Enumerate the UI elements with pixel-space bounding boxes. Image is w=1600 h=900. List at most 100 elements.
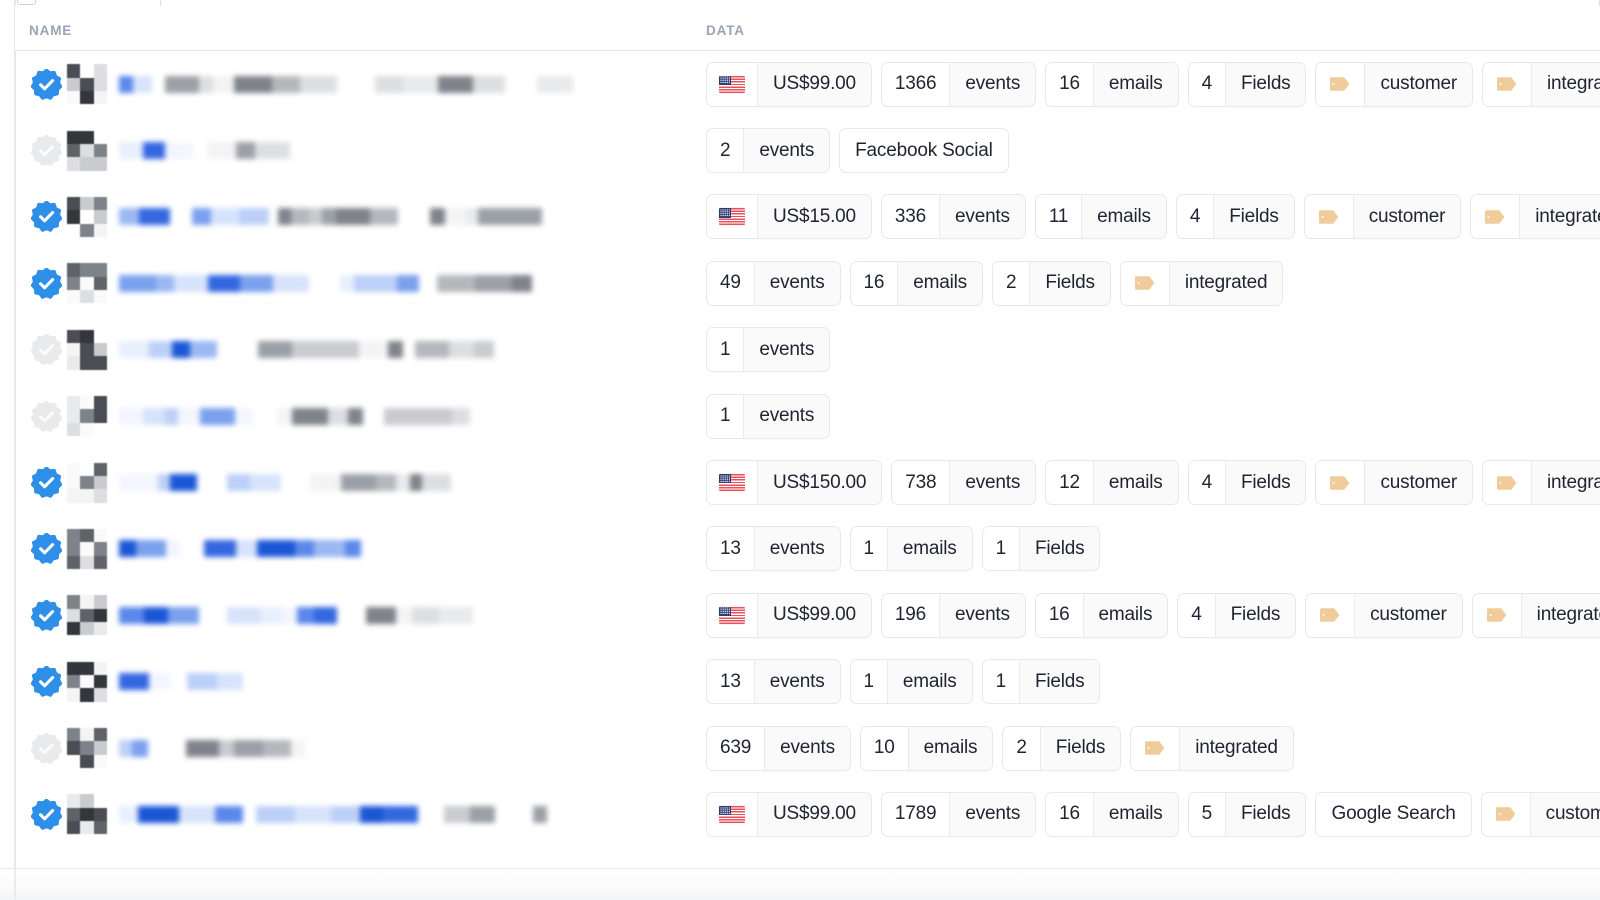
chip-metric-events[interactable]: 1366 events	[880, 61, 1037, 107]
chip-metric-emails[interactable]: 16 emails	[1045, 61, 1179, 107]
chip-price[interactable]: US$99.00	[706, 592, 872, 638]
chip-metric-label: emails	[908, 726, 993, 770]
chip-price[interactable]: US$99.00	[706, 791, 872, 837]
select-all-checkbox[interactable]	[17, 0, 36, 5]
table-row[interactable]: 639 events 10 emails 2 Fields integrated	[15, 715, 1600, 781]
chip-metric-emails[interactable]: 12 emails	[1045, 460, 1179, 506]
table-row[interactable]: US$150.00 738 events 12 emails 4 Fields custome…	[15, 449, 1600, 515]
chip-metric-label: events	[940, 593, 1025, 637]
row-name-cell[interactable]	[15, 449, 706, 515]
chip-price[interactable]: US$15.00	[706, 194, 872, 240]
chip-tag[interactable]: customer	[1305, 592, 1463, 638]
unverified-check-icon[interactable]	[31, 334, 62, 366]
unverified-check-icon[interactable]	[31, 135, 62, 166]
chip-tag[interactable]: integrated	[1130, 725, 1294, 771]
chip-price[interactable]: US$99.00	[706, 61, 872, 107]
chip-metric-emails[interactable]: 11 emails	[1034, 194, 1167, 240]
row-name-cell[interactable]	[15, 383, 706, 449]
verified-check-icon[interactable]	[31, 68, 62, 100]
verified-check-icon[interactable]	[31, 267, 62, 299]
chip-tag[interactable]: customer	[1480, 791, 1600, 837]
unverified-check-icon[interactable]	[31, 732, 62, 764]
chip-metric-emails[interactable]: 1 emails	[849, 526, 973, 572]
row-name-cell[interactable]	[15, 649, 706, 715]
chip-metric-events[interactable]: 336 events	[880, 194, 1026, 240]
row-name-cell[interactable]	[15, 184, 706, 250]
verified-check-icon[interactable]	[31, 533, 62, 565]
chip-metric-fields[interactable]: 4 Fields	[1177, 592, 1297, 638]
chip-metric-events[interactable]: 738 events	[891, 460, 1037, 506]
chip-tag[interactable]: customer	[1303, 194, 1462, 240]
unverified-check-icon[interactable]	[31, 400, 62, 432]
column-header-data[interactable]: DATA	[706, 23, 745, 38]
chip-metric-fields[interactable]: 2 Fields	[1002, 725, 1122, 771]
chip-metric-emails[interactable]: 10 emails	[859, 725, 994, 771]
table-row[interactable]: 2 events Facebook Social	[15, 117, 1600, 183]
chip-metric-events[interactable]: 2 events	[706, 128, 831, 174]
table-row[interactable]: US$15.00 336 events 11 emails 4 Fields customer…	[15, 184, 1600, 250]
chip-metric-fields[interactable]: 2 Fields	[991, 260, 1111, 306]
table-row[interactable]: US$99.00 1789 events 16 emails 5 Fields Google …	[15, 781, 1600, 847]
chip-tag[interactable]: integrated	[1471, 592, 1600, 638]
chip-source[interactable]: Google Search	[1315, 791, 1472, 837]
row-name-cell[interactable]	[15, 117, 706, 183]
chip-metric-count: 10	[860, 726, 909, 770]
chip-metric-events[interactable]: 1 events	[706, 393, 831, 439]
chip-metric-label: Fields	[1226, 461, 1306, 505]
chip-tag[interactable]: customer	[1315, 460, 1474, 506]
table-row[interactable]: 13 events 1 emails 1 Fields	[15, 649, 1600, 715]
table-row[interactable]: 13 events 1 emails 1 Fields	[15, 516, 1600, 582]
row-name-cell[interactable]	[15, 582, 706, 648]
verified-check-icon[interactable]	[31, 201, 62, 233]
chip-metric-emails[interactable]: 1 emails	[849, 659, 973, 705]
chip-tag[interactable]: customer	[1315, 61, 1474, 107]
chip-metric-emails[interactable]: 16 emails	[1045, 791, 1179, 837]
row-data-cell: 639 events 10 emails 2 Fields integrated	[706, 715, 1600, 781]
row-data-cell: 49 events 16 emails 2 Fields integrated	[706, 250, 1600, 316]
chip-metric-events[interactable]: 1789 events	[880, 791, 1037, 837]
row-name-cell[interactable]	[15, 250, 706, 316]
chip-tag[interactable]: integrated	[1482, 61, 1600, 107]
chip-metric-label: emails	[1093, 792, 1178, 836]
chip-metric-emails[interactable]: 16 emails	[1034, 592, 1169, 638]
chip-metric-emails[interactable]: 16 emails	[849, 260, 983, 306]
column-header-name[interactable]: NAME	[29, 23, 72, 38]
table-row[interactable]: 49 events 16 emails 2 Fields integrated	[15, 250, 1600, 316]
verified-check-icon[interactable]	[31, 467, 62, 498]
row-name-cell[interactable]	[15, 516, 706, 582]
chip-metric-fields[interactable]: 1 Fields	[981, 659, 1101, 705]
tag-icon	[1483, 62, 1533, 106]
table-row[interactable]: US$99.00 1366 events 16 emails 4 Fields custome…	[15, 51, 1600, 117]
chip-tag[interactable]: integrated	[1119, 260, 1284, 306]
chip-metric-events[interactable]: 49 events	[706, 260, 841, 306]
verified-check-icon[interactable]	[31, 599, 62, 631]
verified-check-icon[interactable]	[31, 666, 62, 698]
chip-metric-events[interactable]: 639 events	[706, 725, 851, 771]
search-input[interactable]	[160, 0, 1600, 6]
table-row[interactable]: 1 events	[15, 383, 1600, 449]
verified-check-icon[interactable]	[31, 798, 62, 830]
chip-metric-fields[interactable]: 4 Fields	[1175, 194, 1295, 240]
chip-metric-count: 2	[707, 129, 745, 173]
chip-tag[interactable]: integrated	[1482, 460, 1600, 506]
chip-metric-events[interactable]: 1 events	[706, 327, 831, 373]
chip-metric-fields[interactable]: 1 Fields	[981, 526, 1101, 572]
chip-tag[interactable]: integrated	[1470, 194, 1600, 240]
chip-price-value: US$99.00	[758, 593, 871, 637]
chip-source[interactable]: Facebook Social	[839, 128, 1009, 174]
table-row[interactable]: US$99.00 196 events 16 emails 4 Fields customer…	[15, 582, 1600, 648]
chip-metric-events[interactable]: 13 events	[706, 526, 841, 572]
chip-metric-fields[interactable]: 4 Fields	[1187, 61, 1307, 107]
row-name-cell[interactable]	[15, 51, 706, 117]
table-row[interactable]: 1 events	[15, 317, 1600, 383]
row-name-cell[interactable]	[15, 715, 706, 781]
chip-metric-events[interactable]: 13 events	[706, 659, 841, 705]
row-name-cell[interactable]	[15, 781, 706, 847]
chip-metric-events[interactable]: 196 events	[880, 592, 1026, 638]
redacted-name-text	[119, 595, 706, 635]
chip-metric-fields[interactable]: 5 Fields	[1187, 791, 1307, 837]
chip-metric-count: 639	[707, 726, 766, 770]
row-name-cell[interactable]	[15, 317, 706, 383]
chip-price[interactable]: US$150.00	[706, 460, 883, 506]
chip-metric-fields[interactable]: 4 Fields	[1187, 460, 1307, 506]
